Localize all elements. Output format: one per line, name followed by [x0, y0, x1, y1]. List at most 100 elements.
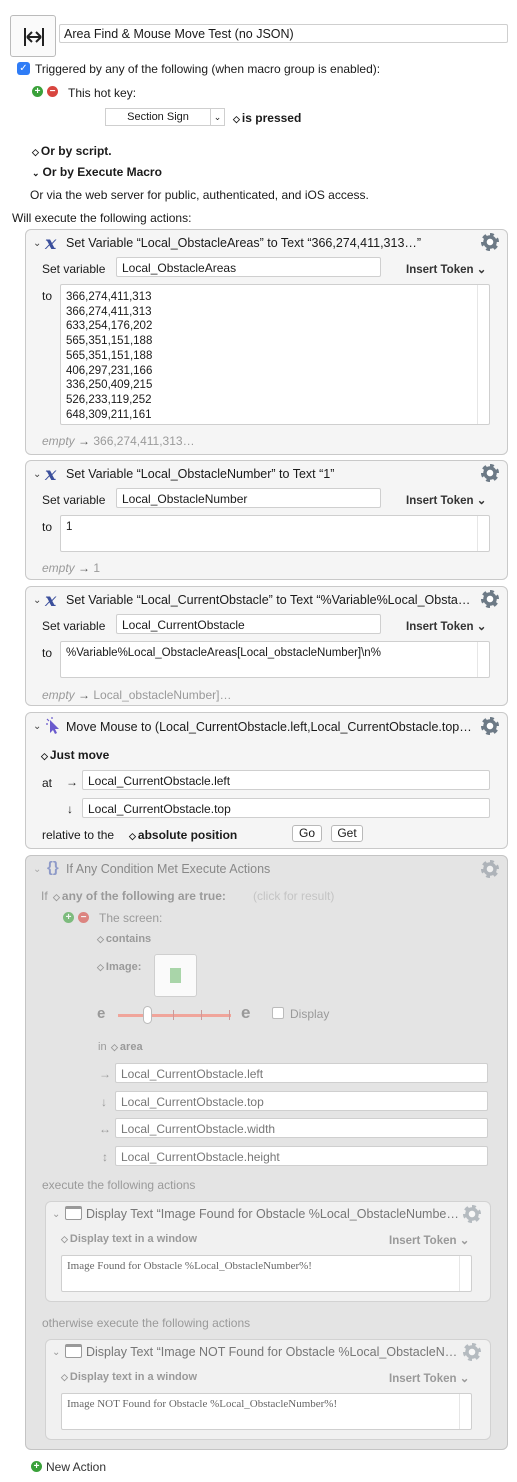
updown-icon: ◇	[61, 1234, 68, 1244]
text-line: 526,233,119,252	[66, 393, 152, 406]
action-set-variable-areas[interactable]: ⌄ x Set Variable “Local_ObstacleAreas” t…	[25, 229, 508, 455]
insert-token-button[interactable]: Insert Token ⌄	[406, 262, 486, 276]
area-width-field[interactable]: Local_CurrentObstacle.width	[115, 1118, 488, 1138]
insert-token-button[interactable]: Insert Token ⌄	[389, 1371, 469, 1385]
chevron-down-icon[interactable]: ⌄	[33, 864, 41, 875]
variable-x-icon: x	[45, 232, 57, 254]
chevron-down-icon[interactable]: ⌄	[33, 595, 41, 606]
chevron-down-icon[interactable]: ⌄	[33, 469, 41, 480]
action-title: Display Text “Image Found for Obstacle %…	[86, 1207, 459, 1221]
set-variable-label: Set variable	[42, 619, 106, 633]
insert-token-button[interactable]: Insert Token ⌄	[406, 493, 486, 507]
variable-name-field[interactable]: Local_ObstacleAreas	[116, 257, 381, 277]
gear-icon[interactable]	[481, 860, 499, 878]
updown-icon: ◇	[129, 831, 136, 841]
scrollbar[interactable]	[477, 516, 489, 551]
remove-condition-icon[interactable]: −	[78, 912, 89, 923]
action-if-condition[interactable]: ⌄ {} If Any Condition Met Execute Action…	[25, 855, 508, 1450]
text-line: 366,274,411,313	[66, 291, 152, 303]
variable-x-icon: x	[45, 463, 57, 485]
trigger-checkbox[interactable]: ✓	[17, 62, 30, 75]
action-move-mouse[interactable]: ⌄ Move Mouse to (Local_CurrentObstacle.l…	[25, 712, 508, 849]
mouse-mode-select[interactable]: ◇ Just move	[41, 748, 109, 762]
updown-icon: ◇	[53, 892, 60, 902]
macro-icon[interactable]	[10, 15, 56, 57]
scrollbar[interactable]	[477, 285, 489, 424]
action-set-variable-current[interactable]: ⌄ x Set Variable “Local_CurrentObstacle”…	[25, 586, 508, 706]
chevron-down-icon[interactable]: ⌄	[52, 1209, 60, 1220]
chevron-down-icon[interactable]: ⌄	[52, 1347, 60, 1358]
text-lines: 366,274,411,313 366,274,411,313 633,254,17…	[66, 290, 152, 422]
display-mode-select[interactable]: ◇ Display text in a window	[61, 1371, 197, 1383]
hotkey-label: This hot key:	[68, 86, 137, 100]
gear-icon[interactable]	[481, 717, 499, 735]
new-action-button[interactable]: New Action	[46, 1460, 106, 1474]
get-button[interactable]: Get	[331, 825, 363, 842]
scrollbar[interactable]	[459, 1394, 471, 1429]
gear-icon[interactable]	[463, 1205, 481, 1223]
action-display-not-found[interactable]: ⌄ Display Text “Image NOT Found for Obst…	[45, 1339, 491, 1440]
gear-icon[interactable]	[481, 464, 499, 482]
otherwise-label: otherwise execute the following actions	[42, 1316, 251, 1330]
slider-tick	[173, 1010, 174, 1020]
display-text-area[interactable]: Image Found for Obstacle %Local_Obstacle…	[61, 1255, 472, 1292]
variable-name-field[interactable]: Local_ObstacleNumber	[116, 488, 381, 508]
display-mode-select[interactable]: ◇ Display text in a window	[61, 1233, 197, 1245]
gear-icon[interactable]	[463, 1343, 481, 1361]
hotkey-condition-select[interactable]: ◇ is pressed	[233, 111, 301, 125]
display-text-area[interactable]: Image NOT Found for Obstacle %Local_Obst…	[61, 1393, 472, 1430]
relative-select[interactable]: ◇ absolute position	[129, 828, 237, 842]
updown-icon: ◇	[111, 1042, 118, 1052]
scrollbar[interactable]	[459, 1256, 471, 1291]
insert-token-button[interactable]: Insert Token ⌄	[389, 1233, 469, 1247]
or-by-execute-toggle[interactable]: ⌄ Or by Execute Macro	[32, 165, 162, 179]
image-select[interactable]: ◇ Image:	[97, 961, 141, 973]
to-label: to	[42, 289, 53, 303]
hotkey-field[interactable]: Section Sign	[105, 108, 211, 126]
window-icon	[65, 1344, 82, 1358]
display-checkbox[interactable]	[272, 1007, 284, 1019]
add-action-icon[interactable]: +	[31, 1461, 42, 1472]
updown-icon: ◇	[61, 1372, 68, 1382]
scrollbar[interactable]	[477, 642, 489, 677]
any-condition-select[interactable]: ◇ any of the following are true:	[53, 889, 226, 903]
chevron-down-icon[interactable]: ⌄	[33, 721, 41, 732]
contains-select[interactable]: ◇ contains	[97, 933, 151, 945]
action-display-found[interactable]: ⌄ Display Text “Image Found for Obstacle…	[45, 1201, 491, 1302]
area-in-label: in	[98, 1041, 107, 1053]
gear-icon[interactable]	[481, 590, 499, 608]
height-arrow-icon: ↕	[102, 1150, 108, 1164]
will-execute-label: Will execute the following actions:	[12, 211, 192, 225]
add-trigger-icon[interactable]: +	[32, 86, 43, 97]
fuzz-slider[interactable]	[118, 1014, 231, 1017]
mouse-x-field[interactable]: Local_CurrentObstacle.left	[82, 770, 490, 790]
action-set-variable-number[interactable]: ⌄ x Set Variable “Local_ObstacleNumber” …	[25, 460, 508, 580]
insert-token-button[interactable]: Insert Token ⌄	[406, 619, 486, 633]
hotkey-dropdown[interactable]: ⌄	[211, 108, 225, 126]
or-by-script-toggle[interactable]: ◇ Or by script.	[32, 144, 112, 158]
variable-name-field[interactable]: Local_CurrentObstacle	[116, 614, 381, 634]
text-line: 648,309,211,161	[66, 408, 152, 421]
action-title: Move Mouse to (Local_CurrentObstacle.lef…	[66, 720, 472, 734]
updown-icon: ◇	[97, 962, 104, 972]
text-value: Image NOT Found for Obstacle %Local_Obst…	[67, 1398, 338, 1410]
click-for-result[interactable]: (click for result)	[253, 889, 334, 903]
variable-text-area[interactable]: %Variable%Local_ObstacleAreas[Local_obst…	[60, 641, 490, 678]
variable-text-area[interactable]: 366,274,411,313 366,274,411,313 633,254,17…	[60, 284, 490, 425]
go-button[interactable]: Go	[292, 825, 322, 842]
add-condition-icon[interactable]: +	[63, 912, 74, 923]
mouse-y-field[interactable]: Local_CurrentObstacle.top	[82, 798, 490, 818]
area-height-field[interactable]: Local_CurrentObstacle.height	[115, 1146, 488, 1166]
gear-icon[interactable]	[481, 233, 499, 251]
area-top-field[interactable]: Local_CurrentObstacle.top	[115, 1091, 488, 1111]
chevron-down-icon[interactable]: ⌄	[33, 238, 41, 249]
slider-knob[interactable]	[143, 1006, 152, 1024]
macro-name-field[interactable]: Area Find & Mouse Move Test (no JSON)	[59, 24, 508, 43]
area-left-field[interactable]: Local_CurrentObstacle.left	[115, 1063, 488, 1083]
remove-trigger-icon[interactable]: −	[47, 86, 58, 97]
area-select[interactable]: ◇ area	[111, 1041, 143, 1053]
image-well[interactable]	[154, 954, 197, 997]
text-value: Image Found for Obstacle %Local_Obstacle…	[67, 1260, 312, 1272]
variable-text-area[interactable]: 1	[60, 515, 490, 552]
updown-icon: ◇	[32, 147, 39, 157]
